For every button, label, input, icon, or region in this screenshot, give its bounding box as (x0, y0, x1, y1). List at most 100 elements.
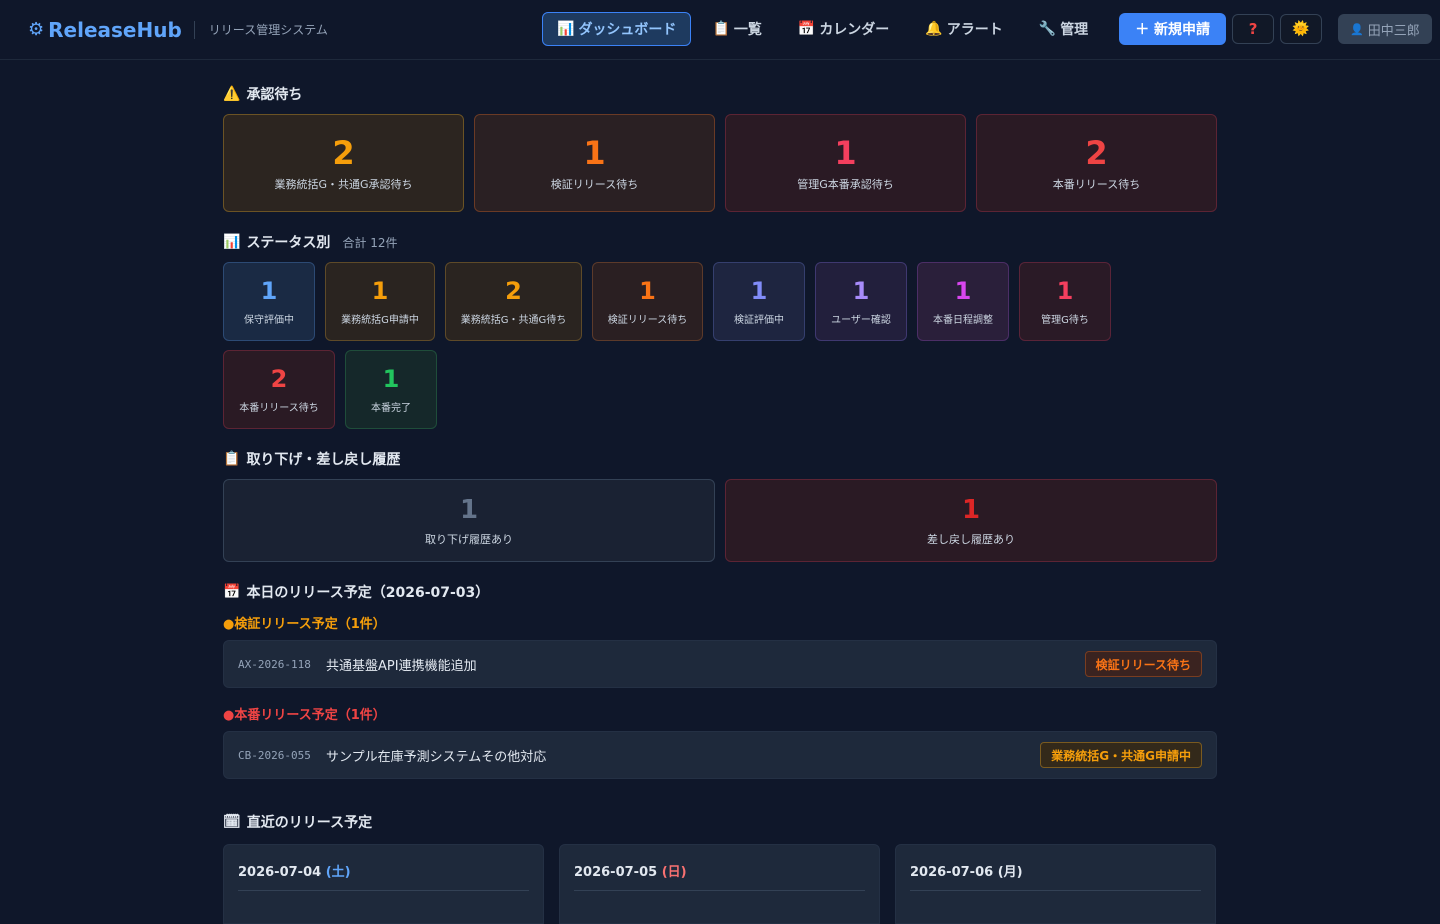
nav-label: 管理 (1060, 22, 1089, 38)
nav-label: 一覧 (733, 22, 762, 38)
brand-logo[interactable]: ⚙ ReleaseHub (28, 18, 182, 42)
approval-card[interactable]: 1 管理G本番承認待ち (725, 114, 966, 212)
user-menu-button[interactable]: 👤 田中三郎 (1338, 14, 1432, 44)
approval-cards: 2 業務統括G・共通G承認待ち 1 検証リリース待ち 1 管理G本番承認待ち 2… (223, 114, 1217, 212)
nav-dashboard[interactable]: 📊 ダッシュボード (542, 12, 692, 46)
day-header: 2026-07-05 (日) (574, 861, 865, 880)
request-id: AX-2026-118 (238, 657, 311, 671)
status-card[interactable]: 1 業務統括G申請中 (325, 262, 435, 341)
schedule-row[interactable]: CB-2026-055 サンプル在庫予測システムその他対応 業務統括G・共通G申… (223, 731, 1217, 779)
divider (910, 890, 1201, 891)
card-count: 1 (961, 494, 981, 525)
nav-label: アラート (946, 22, 1003, 38)
warning-icon: ⚠️ (223, 86, 241, 102)
card-label: 本番完了 (371, 403, 411, 414)
clipboard-icon: 📋 (712, 21, 730, 37)
approval-card[interactable]: 2 業務統括G・共通G承認待ち (223, 114, 464, 212)
day-of-week: (月) (997, 865, 1023, 880)
withdrawn-history-card[interactable]: 1 取り下げ履歴あり (223, 479, 715, 562)
chart-icon: 📊 (223, 234, 241, 250)
status-card[interactable]: 1 保守評価中 (223, 262, 315, 341)
section-heading: 取り下げ・差し戻し履歴 (246, 452, 401, 468)
card-count: 1 (371, 277, 389, 305)
card-label: 管理G待ち (1041, 315, 1089, 326)
upcoming-day-card[interactable]: 2026-07-05 (日) (559, 844, 880, 924)
user-icon: 👤 (1350, 22, 1364, 36)
schedule-row[interactable]: AX-2026-118 共通基盤API連携機能追加 検証リリース待ち (223, 640, 1217, 688)
card-label: 検証リリース待ち (607, 315, 688, 326)
section-heading: 承認待ち (246, 87, 303, 103)
status-card[interactable]: 1 本番完了 (345, 350, 437, 429)
request-id: CB-2026-055 (238, 748, 311, 762)
day-date: 2026-07-06 (910, 865, 994, 880)
bell-icon: 🔔 (925, 21, 943, 37)
card-count: 1 (583, 134, 606, 172)
approval-card[interactable]: 1 検証リリース待ち (474, 114, 715, 212)
nav-admin[interactable]: 🔧 管理 (1024, 12, 1103, 46)
status-card[interactable]: 1 検証評価中 (713, 262, 805, 341)
prod-release-heading: ●本番リリース予定（1件） (223, 708, 386, 723)
request-name[interactable]: サンプル在庫予測システムその他対応 (326, 746, 1040, 765)
upcoming-day-card[interactable]: 2026-07-06 (月) (895, 844, 1216, 924)
status-badge: 業務統括G・共通G申請中 (1040, 742, 1202, 768)
card-label: ユーザー確認 (831, 315, 891, 326)
app-subtitle: リリース管理システム (208, 23, 328, 37)
card-label: 本番リリース待ち (239, 403, 319, 414)
new-request-button[interactable]: ＋ 新規申請 (1119, 13, 1227, 45)
main-nav: 📊 ダッシュボード 📋 一覧 📅 カレンダー 🔔 アラート 🔧 管理 ＋ 新規申… (542, 12, 1432, 46)
brand-divider (193, 20, 195, 39)
status-card[interactable]: 2 本番リリース待ち (223, 350, 335, 429)
card-label: 業務統括G・共通G待ち (460, 315, 567, 326)
day-date: 2026-07-04 (238, 865, 322, 880)
day-header: 2026-07-06 (月) (910, 861, 1201, 880)
request-name[interactable]: 共通基盤API連携機能追加 (326, 655, 1085, 674)
history-cards: 1 取り下げ履歴あり 1 差し戻し履歴あり (223, 479, 1217, 562)
card-count: 1 (459, 494, 479, 525)
card-label: 検証リリース待ち (550, 178, 639, 191)
sun-icon: 🌞 (1292, 21, 1310, 37)
day-header: 2026-07-04 (土) (238, 861, 529, 880)
divider (238, 890, 529, 891)
calendar-icon: 📅 (797, 21, 816, 37)
divider (574, 890, 865, 891)
nav-list[interactable]: 📋 一覧 (697, 12, 776, 46)
approval-card[interactable]: 2 本番リリース待ち (976, 114, 1217, 212)
question-icon: ? (1248, 20, 1258, 38)
dashboard-main: ⚠️ 承認待ち 2 業務統括G・共通G承認待ち 1 検証リリース待ち 1 管理G… (223, 60, 1217, 924)
upcoming-section-title: 🗓 直近のリリース予定 (223, 812, 1217, 832)
card-label: 本番日程調整 (933, 315, 993, 326)
status-card[interactable]: 1 管理G待ち (1019, 262, 1111, 341)
wrench-icon: 🔧 (1038, 21, 1057, 37)
returned-history-card[interactable]: 1 差し戻し履歴あり (725, 479, 1217, 562)
brand[interactable]: ⚙ ReleaseHub リリース管理システム (28, 18, 328, 42)
card-count: 1 (954, 277, 972, 305)
card-label: 業務統括G申請中 (341, 315, 419, 326)
status-card[interactable]: 2 業務統括G・共通G待ち (445, 262, 582, 341)
status-cards: 1 保守評価中 1 業務統括G申請中 2 業務統括G・共通G待ち 1 検証リリー… (223, 262, 1123, 429)
chart-icon: 📊 (557, 21, 575, 37)
calendar-icon: 📅 (223, 584, 241, 600)
user-name: 田中三郎 (1367, 23, 1420, 39)
section-heading: ステータス別 (246, 235, 331, 251)
theme-toggle-button[interactable]: 🌞 (1280, 14, 1323, 44)
status-card[interactable]: 1 本番日程調整 (917, 262, 1009, 341)
status-card[interactable]: 1 ユーザー確認 (815, 262, 907, 341)
status-total: 合計 12件 (342, 235, 398, 250)
card-label: 管理G本番承認待ち (797, 178, 894, 191)
day-of-week: (土) (325, 865, 351, 880)
verify-release-heading: ●検証リリース予定（1件） (223, 617, 386, 632)
status-section-title: 📊 ステータス別 合計 12件 (223, 232, 1217, 252)
nav-label: カレンダー (819, 22, 890, 38)
card-label: 差し戻し履歴あり (927, 532, 1015, 546)
nav-calendar[interactable]: 📅 カレンダー (783, 12, 904, 46)
help-button[interactable]: ? (1232, 14, 1275, 44)
section-heading: 直近のリリース予定 (246, 815, 373, 831)
card-count: 1 (382, 365, 400, 393)
upcoming-day-card[interactable]: 2026-07-04 (土) (223, 844, 544, 924)
card-count: 1 (852, 277, 870, 305)
status-card[interactable]: 1 検証リリース待ち (592, 262, 703, 341)
section-heading: 本日のリリース予定（2026-07-03） (246, 585, 490, 601)
history-section-title: 📋 取り下げ・差し戻し履歴 (223, 449, 1217, 469)
nav-alerts[interactable]: 🔔 アラート (910, 12, 1017, 46)
card-count: 1 (750, 277, 768, 305)
